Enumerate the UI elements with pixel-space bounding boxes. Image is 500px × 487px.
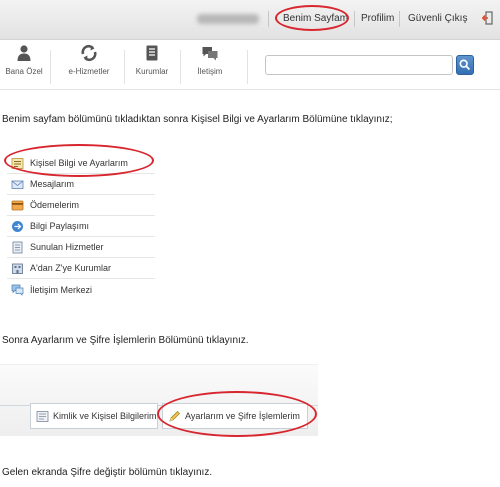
menu-item-label: İletişim Merkezi (30, 284, 93, 295)
top-separator (399, 11, 400, 27)
toolbar-label: Kurumlar (135, 67, 169, 76)
search-input[interactable] (265, 55, 453, 75)
guvenli-cikis-link[interactable]: Güvenli Çıkış (408, 13, 467, 24)
profilim-link[interactable]: Profilim (361, 13, 394, 24)
top-separator (354, 11, 355, 27)
top-bar: Benim Sayfam Profilim Güvenli Çıkış (0, 0, 500, 40)
main-toolbar: Bana Özel e-Hizmetler Kurumlar İletişim (0, 40, 500, 90)
highlight-ring-ayarlarim-sifre (157, 391, 317, 437)
toolbar-separator (124, 50, 125, 84)
menu-item-label: A'dan Z'ye Kurumlar (30, 263, 111, 273)
blurred-username (197, 14, 259, 24)
toolbar-label: İletişim (197, 67, 223, 76)
toolbar-separator (247, 50, 248, 84)
instruction-text: Gelen ekranda Şifre değiştir bölümün tık… (2, 467, 213, 478)
top-separator (268, 11, 269, 27)
search-button[interactable] (456, 55, 474, 75)
menu-item-odemelerim[interactable]: Ödemelerim (7, 195, 155, 216)
contact-icon (202, 47, 218, 61)
exit-icon[interactable] (482, 11, 493, 25)
toolbar-item-kurumlar[interactable]: Kurumlar (130, 44, 174, 76)
chat-icon (11, 284, 24, 296)
menu-item-mesajlarim[interactable]: Mesajlarım (7, 174, 155, 195)
menu-item-label: Mesajlarım (30, 179, 75, 189)
tab-kimlik-bilgilerim[interactable]: Kimlik ve Kişisel Bilgilerim (30, 403, 158, 429)
institutions-icon (146, 45, 158, 61)
envelope-icon (11, 180, 24, 189)
tab-label: Kimlik ve Kişisel Bilgilerim (53, 411, 157, 421)
payments-icon (11, 200, 24, 210)
highlight-ring-kisisel-bilgi (4, 144, 154, 177)
instruction-text: Benim sayfam bölümünü tıkladıktan sonra … (2, 114, 393, 125)
menu-item-sunulan-hizmetler[interactable]: Sunulan Hizmetler (7, 237, 155, 258)
menu-item-label: Ödemelerim (30, 200, 80, 210)
highlight-ring-benim-sayfam (275, 5, 349, 31)
toolbar-item-iletisim[interactable]: İletişim (190, 44, 230, 76)
menu-item-adan-zye-kurumlar[interactable]: A'dan Z'ye Kurumlar (7, 258, 155, 279)
search-icon (459, 59, 471, 71)
toolbar-label: e-Hizmetler (68, 67, 110, 76)
menu-item-label: Bilgi Paylaşımı (30, 221, 90, 231)
toolbar-item-e-hizmetler[interactable]: e-Hizmetler (60, 44, 118, 76)
user-icon (17, 45, 31, 61)
share-icon (12, 220, 23, 232)
toolbar-label: Bana Özel (5, 67, 43, 76)
menu-item-iletisim-merkezi[interactable]: İletişim Merkezi (7, 279, 155, 300)
services-icon (12, 241, 23, 253)
toolbar-separator (50, 50, 51, 84)
menu-item-bilgi-paylasimi[interactable]: Bilgi Paylaşımı (7, 216, 155, 237)
e-services-icon (81, 44, 97, 62)
instruction-text: Sonra Ayarlarım ve Şifre İşlemlerin Bölü… (2, 335, 249, 346)
institutions-list-icon (12, 263, 23, 274)
id-card-icon (36, 410, 49, 422)
toolbar-separator (180, 50, 181, 84)
menu-item-label: Sunulan Hizmetler (30, 242, 104, 252)
toolbar-item-bana-ozel[interactable]: Bana Özel (4, 44, 44, 76)
